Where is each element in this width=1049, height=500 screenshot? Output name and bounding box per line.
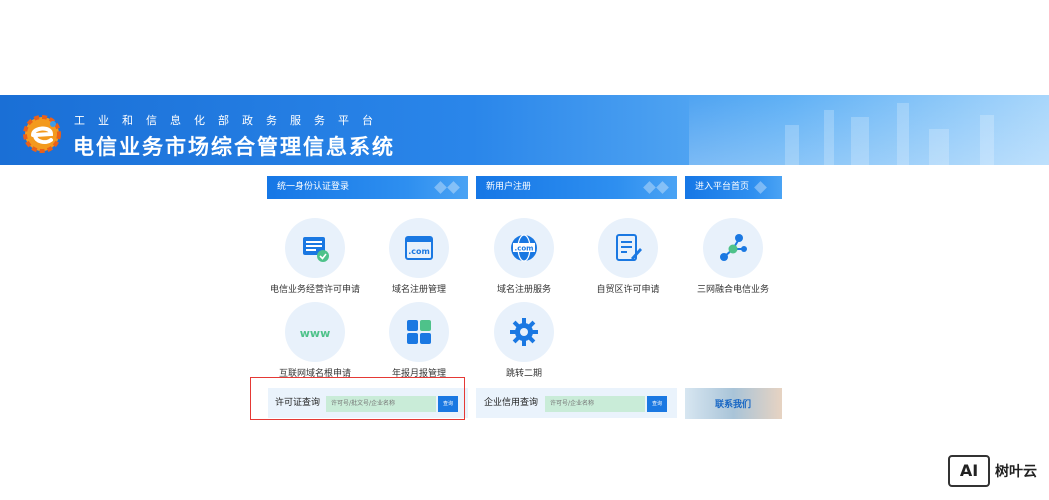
edit-document-icon xyxy=(616,234,642,261)
skyline-building xyxy=(897,103,909,165)
globe-dotcom-icon: .com xyxy=(511,234,537,262)
system-title: 电信业务市场综合管理信息系统 xyxy=(73,135,395,159)
miit-logo xyxy=(22,114,62,154)
svg-text:www: www xyxy=(300,327,331,340)
cube-decoration-icon xyxy=(748,179,776,196)
service-telecom-license[interactable]: 电信业务经营许可申请 xyxy=(260,218,370,304)
credit-query-button[interactable]: 查询 xyxy=(647,396,667,412)
skyline-building xyxy=(824,110,834,165)
platform-home-bar[interactable]: 进入平台首页 xyxy=(685,176,782,199)
skyline-building xyxy=(851,117,869,165)
credit-query-label: 企业信用查询 xyxy=(484,398,539,408)
credit-query-input[interactable] xyxy=(545,396,645,412)
svg-text:.com: .com xyxy=(515,245,534,253)
city-skyline-decoration xyxy=(689,95,1049,165)
skyline-building xyxy=(980,115,994,165)
credit-query-box: 企业信用查询 查询 xyxy=(476,388,677,418)
unified-login-label: 统一身份认证登录 xyxy=(277,182,350,192)
www-icon: www xyxy=(300,327,331,340)
platform-home-label: 进入平台首页 xyxy=(695,182,750,192)
platform-subtitle: 工业和信息化部政务服务平台 xyxy=(74,114,386,127)
network-nodes-icon xyxy=(720,234,747,261)
service-jump-phase-two[interactable]: 跳转二期 xyxy=(469,302,579,388)
license-document-icon xyxy=(303,237,329,262)
watermark-text: 树叶云 xyxy=(995,464,1037,480)
service-label: 域名注册管理 xyxy=(391,285,446,295)
service-label: 域名注册服务 xyxy=(496,285,551,295)
service-annual-monthly-report[interactable]: 年报月报管理 xyxy=(364,302,474,388)
skyline-building xyxy=(785,125,799,165)
service-label: 电信业务经营许可申请 xyxy=(269,285,360,295)
highlight-annotation-box xyxy=(250,377,465,420)
service-triple-network[interactable]: 三网融合电信业务 xyxy=(678,218,788,304)
gear-icon xyxy=(510,318,538,346)
watermark: AI 树叶云 xyxy=(948,455,1040,487)
new-user-register-label: 新用户注册 xyxy=(486,182,532,192)
skyline-building xyxy=(929,129,949,165)
contact-us-label: 联系我们 xyxy=(715,400,752,410)
watermark-logo: AI xyxy=(948,455,990,487)
service-domain-register-mgmt[interactable]: .com 域名注册管理 xyxy=(364,218,474,304)
new-user-register-bar[interactable]: 新用户注册 xyxy=(476,176,677,199)
contact-us-banner[interactable]: 联系我们 xyxy=(685,388,782,419)
grid-squares-icon xyxy=(407,320,431,344)
svg-text:.com: .com xyxy=(408,247,430,256)
cube-decoration-icon xyxy=(434,179,462,196)
dotcom-window-icon: .com xyxy=(405,236,433,260)
service-label: 跳转二期 xyxy=(505,369,542,379)
service-internet-root[interactable]: www 互联网域名根申请 xyxy=(260,302,370,388)
service-ftz-license[interactable]: 自贸区许可申请 xyxy=(573,218,683,304)
unified-login-bar[interactable]: 统一身份认证登录 xyxy=(267,176,468,199)
service-label: 自贸区许可申请 xyxy=(596,285,660,295)
cube-decoration-icon xyxy=(643,179,671,196)
service-label: 三网融合电信业务 xyxy=(696,285,769,295)
service-domain-register-service[interactable]: .com 域名注册服务 xyxy=(469,218,579,304)
